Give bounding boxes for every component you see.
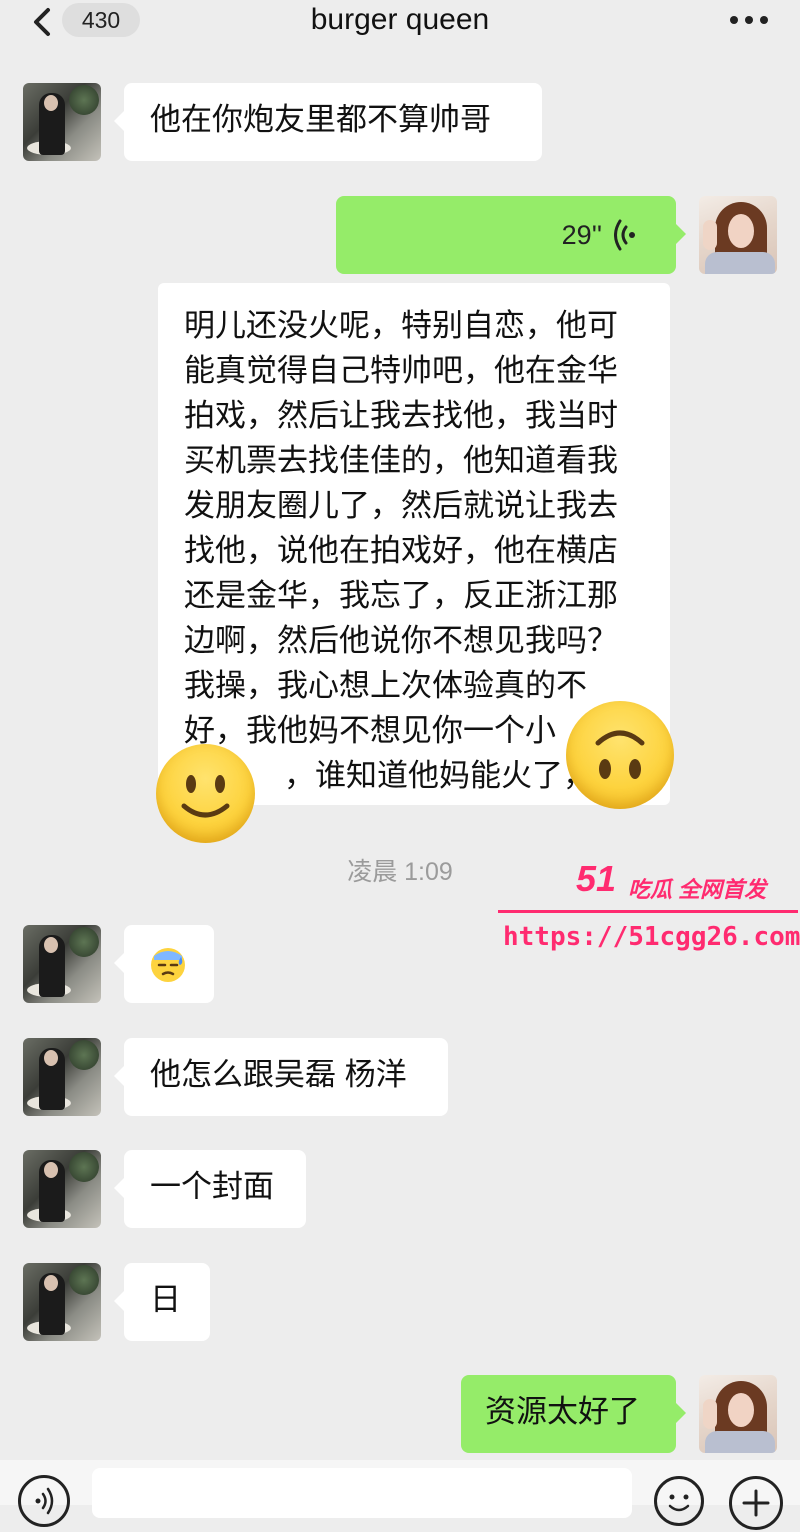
message-bubble-self[interactable]: 资源太好了 (461, 1375, 686, 1453)
self-avatar[interactable] (699, 1375, 777, 1453)
text-line: 明儿还没火呢，特别自恋，他可 (184, 308, 618, 343)
chat-header: 430 burger queen (0, 0, 800, 48)
watermark-divider (498, 910, 798, 913)
contact-avatar[interactable] (23, 925, 101, 1003)
contact-avatar[interactable] (23, 1263, 101, 1341)
emoji-face-icon[interactable] (654, 1476, 704, 1526)
unread-count-badge[interactable]: 430 (62, 3, 140, 37)
text-line: 拍戏，然后让我去找他，我当时 (184, 398, 618, 433)
message-timestamp: 凌晨 1:09 (347, 858, 453, 886)
contact-avatar[interactable] (23, 1150, 101, 1228)
chevron-left-icon[interactable] (22, 4, 62, 40)
message-text: 一个封面 (150, 1169, 274, 1204)
upside-down-face-emoji-icon (566, 701, 674, 809)
text-line: 边啊，然后他说你不想见我吗？ (184, 623, 618, 658)
watermark-logo: 51 (576, 858, 617, 899)
message-bubble-other[interactable]: 他怎么跟吴磊 杨洋 (114, 1038, 448, 1116)
message-text: 他在你炮友里都不算帅哥 (150, 102, 491, 137)
message-input[interactable] (92, 1468, 632, 1518)
message-text: 日 (150, 1282, 181, 1317)
message-text: 他怎么跟吴磊 杨洋 (150, 1057, 407, 1092)
chat-title: burger queen (310, 3, 490, 36)
sweat-emoji-icon (151, 948, 185, 982)
message-bubble-other[interactable]: 他在你炮友里都不算帅哥 (114, 83, 542, 161)
voice-duration: 29'' (561, 220, 602, 250)
more-horizontal-icon[interactable] (726, 8, 772, 32)
text-line: 买机票去找佳佳的，他知道看我 (184, 443, 618, 478)
text-line: 找他，说他在拍戏好，他在横店 (184, 533, 618, 568)
message-bubble-other[interactable]: 一个封面 (114, 1150, 306, 1228)
message-bubble-other[interactable] (114, 925, 214, 1003)
watermark-tagline: 吃瓜 全网首发 (628, 877, 767, 902)
voice-input-icon[interactable] (18, 1475, 70, 1527)
voice-wave-icon (614, 219, 635, 251)
message-bubble-other[interactable]: 日 (114, 1263, 210, 1341)
voice-message-bubble[interactable]: 29'' (336, 196, 686, 274)
self-avatar[interactable] (699, 196, 777, 274)
watermark-url: https://51cgg26.com (503, 922, 800, 952)
contact-avatar[interactable] (23, 1038, 101, 1116)
smiling-face-emoji-icon (156, 744, 255, 843)
plus-icon[interactable] (729, 1476, 783, 1530)
text-line: 还是金华，我忘了，反正浙江那 (184, 578, 618, 613)
contact-avatar[interactable] (23, 83, 101, 161)
text-line: 能真觉得自己特帅吧，他在金华 (184, 353, 618, 388)
message-text: 资源太好了 (485, 1394, 640, 1429)
text-line: 发朋友圈儿了，然后就说让我去 (184, 488, 618, 523)
